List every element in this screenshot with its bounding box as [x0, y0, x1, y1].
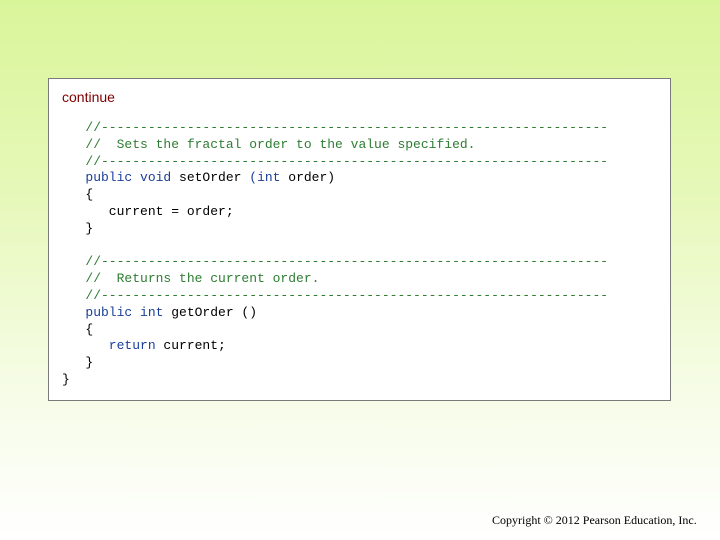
code-line: // Sets the fractal order to the value s…: [62, 137, 608, 154]
code-token-comment: //--------------------------------------…: [62, 254, 609, 270]
code-token-code: current = order;: [62, 203, 234, 219]
code-line: public void setOrder (int order): [62, 170, 608, 187]
code-line: //--------------------------------------…: [62, 254, 608, 271]
code-line: }: [62, 221, 608, 238]
code-token-comment: //--------------------------------------…: [62, 287, 609, 303]
continue-label: continue: [62, 89, 115, 105]
code-line: }: [62, 372, 608, 389]
code-token-code: setOrder: [179, 170, 250, 186]
code-token-keyword: public int: [62, 304, 172, 320]
code-line: {: [62, 187, 608, 204]
code-line: //--------------------------------------…: [62, 154, 608, 171]
code-token-comment: //--------------------------------------…: [62, 153, 609, 169]
code-token-code: }: [62, 371, 70, 387]
code-line: public int getOrder (): [62, 305, 608, 322]
code-line: }: [62, 355, 608, 372]
code-line: //--------------------------------------…: [62, 120, 608, 137]
copyright-footer: Copyright © 2012 Pearson Education, Inc.: [492, 513, 697, 527]
code-line: return current;: [62, 338, 608, 355]
code-line: current = order;: [62, 204, 608, 221]
code-token-code: current;: [163, 338, 226, 354]
code-token-comment: // Sets the fractal order to the value s…: [62, 136, 476, 152]
code-token-code: {: [62, 187, 94, 203]
code-line: {: [62, 322, 608, 339]
code-token-code: getOrder (): [171, 304, 258, 320]
code-token-code: {: [62, 321, 94, 337]
code-token-comment: // Returns the current order.: [62, 271, 320, 287]
code-line: // Returns the current order.: [62, 271, 608, 288]
code-token-keyword: return: [62, 338, 164, 354]
code-token-code: }: [62, 355, 94, 371]
code-listing: //--------------------------------------…: [62, 120, 608, 389]
code-token-keyword: (: [249, 170, 258, 186]
code-token-code: }: [62, 220, 94, 236]
code-token-comment: //--------------------------------------…: [62, 120, 609, 135]
code-token-keyword: public void: [62, 170, 180, 186]
code-token-code: order): [288, 170, 336, 186]
code-line: //--------------------------------------…: [62, 288, 608, 305]
code-token-keyword: int: [257, 170, 289, 186]
